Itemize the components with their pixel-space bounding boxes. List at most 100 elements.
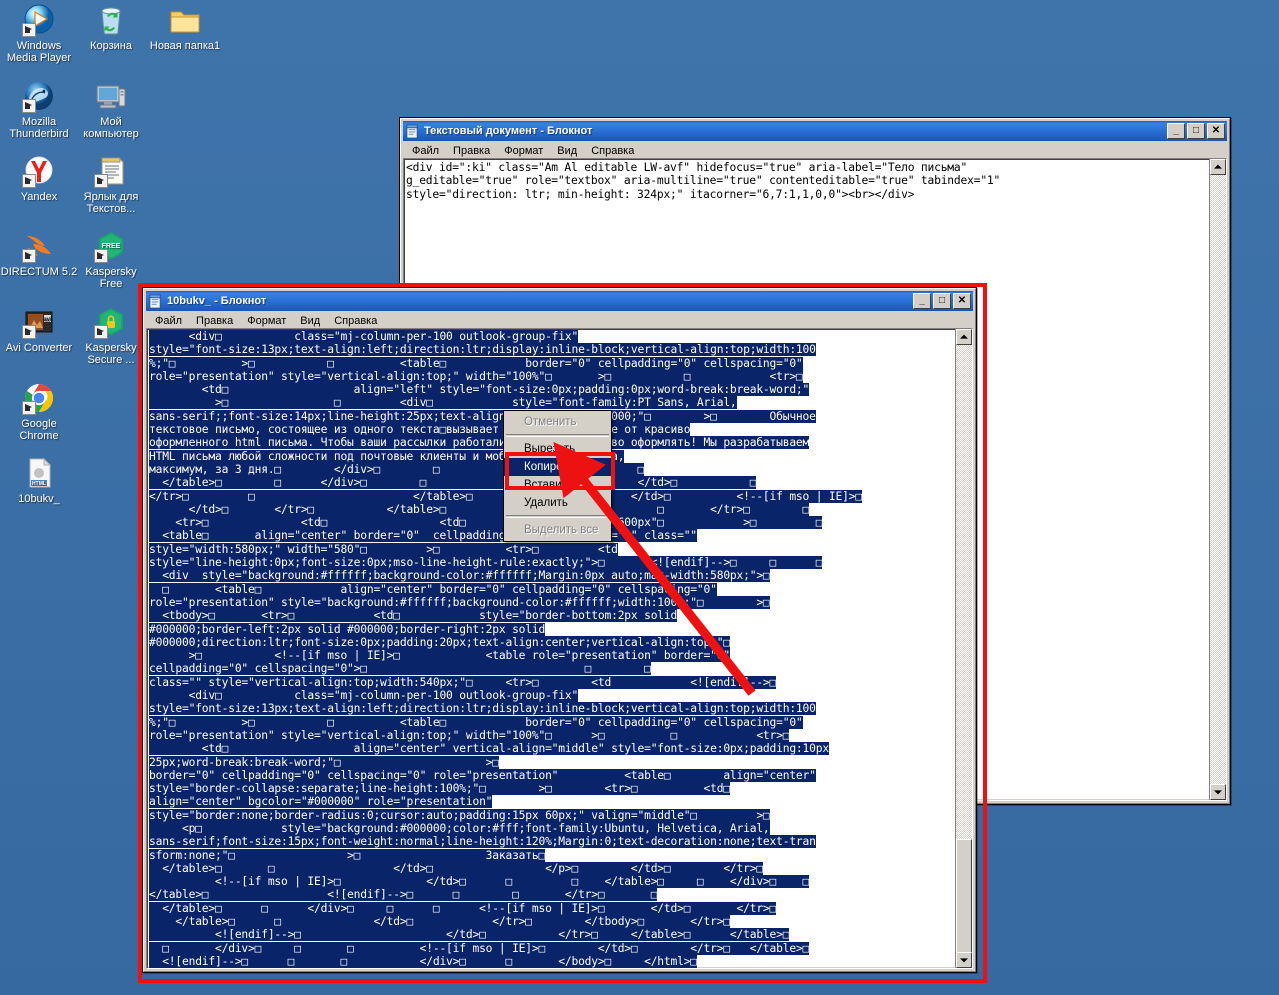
editor-content[interactable]: <div id=":ki" class="Am Al editable LW-a… (404, 159, 1226, 202)
notepad-icon (148, 293, 163, 309)
desktop-icon-directum[interactable]: DIRECTUM 5.2 (0, 230, 78, 278)
context-menu-item-copy[interactable]: Копировать (504, 458, 611, 476)
editor-line: </table>□ □ </td>□ </p>□ </td>□ </tr>□ (149, 861, 763, 875)
desktop-icon-label: 10bukv_ (18, 493, 60, 505)
kaspersky-secure-icon (94, 306, 127, 339)
desktop-icon-mozilla-thunderbird[interactable]: Mozilla Thunderbird (0, 80, 78, 140)
directum-icon (22, 230, 55, 263)
desktop-icon-recycle-bin[interactable]: Корзина (72, 4, 150, 52)
menu-edit[interactable]: Правка (189, 313, 240, 329)
editor-line: cellpadding="0" cellspacing="0">□ □ □ (149, 662, 651, 676)
desktop-icon-10bukv-html[interactable]: HTML 10bukv_ (0, 457, 78, 505)
editor-line: <!--[if mso | IE]>□ </td>□ □ □ </table>□… (149, 875, 810, 889)
desktop-icon-google-chrome[interactable]: Google Chrome (0, 382, 78, 442)
notepad-window-foreground[interactable]: 10bukv_ - Блокнот _ □ ✕ Файл Правка Форм… (142, 287, 977, 973)
desktop-icon-label: Kaspersky Free (85, 266, 137, 290)
menu-format[interactable]: Формат (240, 313, 293, 329)
window-controls[interactable]: _ □ ✕ (913, 293, 973, 309)
vertical-scrollbar-foreground[interactable] (955, 329, 972, 968)
editor-line: style="border:none;border-radius:0;curso… (149, 808, 770, 822)
desktop-icon-label: DIRECTUM 5.2 (0, 266, 78, 278)
titlebar-background-window[interactable]: Текстовый документ - Блокнот _ □ ✕ (403, 121, 1227, 141)
editor-line: style="font-size:13px;text-align:left;di… (149, 343, 816, 357)
vertical-scrollbar-background[interactable] (1209, 159, 1226, 800)
menu-format[interactable]: Формат (497, 143, 550, 159)
shortcut-overlay-icon (94, 174, 108, 188)
chrome-icon (22, 382, 55, 415)
desktop-icon-kaspersky-secure[interactable]: Kaspersky Secure ... (72, 306, 150, 366)
folder-icon (169, 4, 201, 36)
desktop-icon-label: Корзина (90, 40, 132, 52)
context-menu-separator (506, 515, 609, 518)
maximize-button[interactable]: □ (1187, 123, 1205, 139)
shortcut-overlay-icon (22, 401, 36, 415)
editor-line: >□ □ <div□ style="font-family:PT Sans, A… (149, 396, 737, 410)
editor-line: role="presentation" style="background:#f… (149, 595, 770, 609)
menu-view[interactable]: Вид (550, 143, 584, 159)
svg-text:avi: avi (43, 317, 52, 323)
menu-edit[interactable]: Правка (446, 143, 497, 159)
scroll-down-button[interactable] (1210, 784, 1226, 800)
editor-line: #000000;direction:ltr;font-size:0px;padd… (149, 635, 730, 649)
notepad-doc-icon (94, 155, 127, 188)
menu-help[interactable]: Справка (327, 313, 384, 329)
context-menu-item-undo[interactable]: Отменить (504, 413, 611, 431)
context-menu-item-paste[interactable]: Вставить (504, 476, 611, 494)
desktop-icon-label: Google Chrome (19, 418, 59, 442)
context-menu[interactable]: Отменить Вырезать Копировать Вставить Уд… (503, 410, 612, 542)
notepad-icon (405, 123, 420, 139)
editor-line: <div style="background:#ffffff;backgroun… (149, 569, 770, 583)
window-controls[interactable]: _ □ ✕ (1167, 123, 1227, 139)
scroll-up-button[interactable] (956, 329, 972, 345)
minimize-button[interactable]: _ (913, 293, 931, 309)
desktop-icon-avi-converter[interactable]: avi Avi Converter (0, 306, 78, 354)
context-menu-item-select-all[interactable]: Выделить все (504, 521, 611, 539)
window-title: 10bukv_ - Блокнот (167, 295, 267, 307)
titlebar-foreground-window[interactable]: 10bukv_ - Блокнот _ □ ✕ (146, 291, 973, 311)
editor-line: </table>□ □ </td>□ </tr>□ </tbody>□ </tr… (149, 915, 730, 929)
desktop-icon-label: Ярлык для Текстов... (83, 191, 139, 215)
editor-line: style="line-height:0px;font-size:0px;mso… (149, 556, 823, 570)
avi-converter-icon: avi (22, 306, 55, 339)
desktop-icon-new-folder[interactable]: Новая папка1 (146, 4, 224, 52)
recycle-bin-icon (95, 4, 127, 36)
desktop-icon-kaspersky-free[interactable]: FREE Kaspersky Free (72, 230, 150, 290)
editor-line: #000000;border-left:2px solid #000000;bo… (149, 622, 546, 636)
editor-line: <div□ class="mj-column-per-100 outlook-g… (149, 330, 579, 343)
editor-line: role="presentation" style="vertical-alig… (149, 728, 790, 742)
editor-line: <td□ align="left" style="font-size:0px;p… (149, 383, 810, 397)
shortcut-overlay-icon (22, 174, 36, 188)
context-menu-item-delete[interactable]: Удалить (504, 494, 611, 512)
menu-file[interactable]: Файл (405, 143, 446, 159)
shortcut-overlay-icon (22, 99, 36, 113)
window-title: Текстовый документ - Блокнот (424, 125, 593, 137)
computer-icon (95, 80, 127, 112)
shortcut-overlay-icon (22, 23, 36, 37)
minimize-button[interactable]: _ (1167, 123, 1185, 139)
thunderbird-icon (22, 80, 55, 113)
desktop-icon-windows-media-player[interactable]: Windows Media Player (0, 4, 78, 64)
menu-file[interactable]: Файл (148, 313, 189, 329)
editor-line: □ </div>□ □ □ <!--[if mso | IE]>□ </td>□… (149, 941, 810, 955)
editor-line: align="center" bgcolor="#000000" role="p… (149, 795, 493, 809)
desktop-icon-label: Mozilla Thunderbird (9, 116, 69, 140)
editor-line: □ <table□ align="center" border="0" cell… (149, 582, 717, 596)
close-button[interactable]: ✕ (953, 293, 971, 309)
context-menu-item-cut[interactable]: Вырезать (504, 440, 611, 458)
scrollbar-thumb[interactable] (956, 839, 972, 954)
desktop-icon-yandex[interactable]: Yandex (0, 155, 78, 203)
desktop-icon-text-shortcut[interactable]: Ярлык для Текстов... (72, 155, 150, 215)
html-file-icon: HTML (23, 457, 55, 489)
menu-help[interactable]: Справка (584, 143, 641, 159)
editor-line: style="font-size:13px;text-align:left;di… (149, 702, 816, 716)
desktop-icon-my-computer[interactable]: Мой компьютер (72, 80, 150, 140)
menu-view[interactable]: Вид (293, 313, 327, 329)
editor-line: <tbody>□ <tr>□ <td□ style="border-bottom… (149, 609, 678, 623)
close-button[interactable]: ✕ (1207, 123, 1225, 139)
desktop-icon-label: Мой компьютер (83, 116, 139, 140)
media-player-icon (22, 4, 55, 37)
scroll-down-button[interactable] (956, 952, 972, 968)
scroll-up-button[interactable] (1210, 159, 1226, 175)
yandex-icon (22, 155, 55, 188)
maximize-button[interactable]: □ (933, 293, 951, 309)
